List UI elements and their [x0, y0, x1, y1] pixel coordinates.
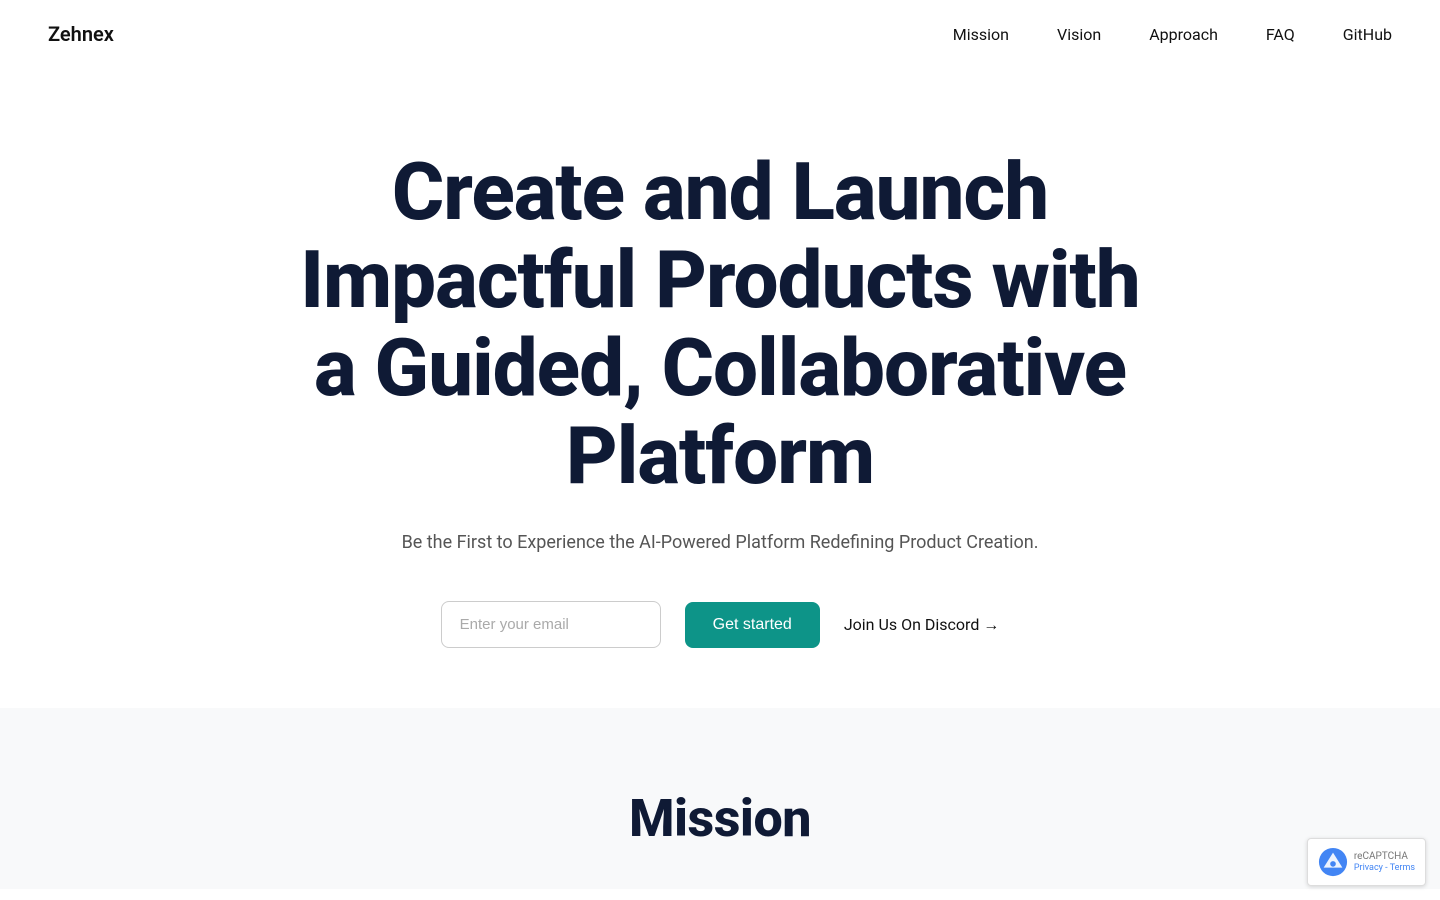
nav-link-mission[interactable]: Mission — [953, 25, 1009, 44]
mission-title: Mission — [48, 788, 1392, 849]
recaptcha-content: reCAPTCHA Privacy - Terms — [1318, 847, 1415, 877]
navbar: Zehnex Mission Vision Approach FAQ GitHu… — [0, 0, 1440, 68]
nav-link-faq[interactable]: FAQ — [1266, 25, 1295, 44]
nav-links: Mission Vision Approach FAQ GitHub — [953, 25, 1392, 44]
recaptcha-links: Privacy - Terms — [1354, 863, 1415, 875]
nav-link-github[interactable]: GitHub — [1343, 25, 1392, 44]
recaptcha-privacy[interactable]: Privacy — [1354, 863, 1383, 873]
get-started-button[interactable]: Get started — [685, 602, 820, 648]
brand-logo[interactable]: Zehnex — [48, 22, 114, 46]
recaptcha-terms[interactable]: Terms — [1390, 863, 1415, 873]
recaptcha-text: reCAPTCHA Privacy - Terms — [1354, 850, 1415, 875]
hero-section: Create and Launch Impactful Products wit… — [0, 68, 1440, 708]
hero-title: Create and Launch Impactful Products wit… — [270, 148, 1170, 500]
hero-cta-group: Get started Join Us On Discord → — [441, 601, 1000, 648]
recaptcha-badge: reCAPTCHA Privacy - Terms — [1307, 838, 1426, 886]
email-input[interactable] — [441, 601, 661, 648]
nav-link-approach[interactable]: Approach — [1149, 25, 1218, 44]
discord-link[interactable]: Join Us On Discord → — [844, 615, 999, 635]
nav-link-vision[interactable]: Vision — [1057, 25, 1101, 44]
recaptcha-logo-icon — [1318, 847, 1348, 877]
mission-section: Mission — [0, 708, 1440, 889]
recaptcha-label: reCAPTCHA — [1354, 850, 1415, 863]
hero-subtitle: Be the First to Experience the AI-Powere… — [402, 532, 1039, 553]
